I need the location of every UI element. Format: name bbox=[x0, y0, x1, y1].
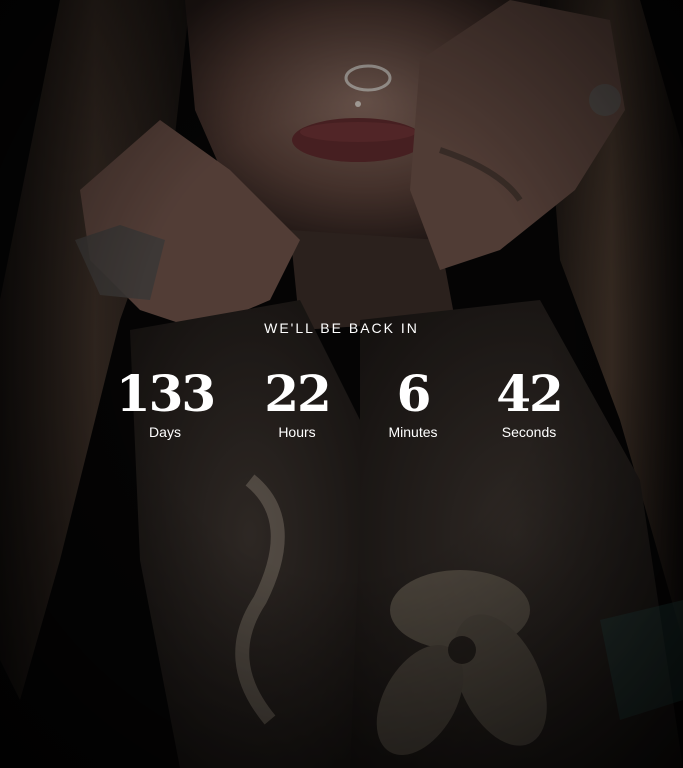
seconds-value: 42 bbox=[496, 364, 564, 423]
countdown-heading: WE'LL BE BACK IN bbox=[264, 320, 419, 336]
countdown-timer: 133 Days 22 Hours 6 Minutes 42 Seconds bbox=[0, 366, 683, 456]
countdown-days: 133 Days bbox=[105, 366, 225, 441]
coming-soon-page: WE'LL BE BACK IN 133 Days 22 Hours 6 Min… bbox=[0, 0, 683, 768]
days-value: 133 bbox=[115, 364, 216, 423]
days-label: Days bbox=[149, 424, 181, 440]
countdown-hours: 22 Hours bbox=[237, 366, 357, 441]
countdown-section: WE'LL BE BACK IN 133 Days 22 Hours 6 Min… bbox=[0, 318, 683, 456]
countdown-minutes: 6 Minutes bbox=[353, 366, 473, 441]
hours-label: Hours bbox=[278, 424, 316, 440]
minutes-label: Minutes bbox=[388, 424, 438, 440]
hours-value: 22 bbox=[264, 364, 332, 423]
minutes-value: 6 bbox=[396, 364, 432, 423]
countdown-seconds: 42 Seconds bbox=[469, 366, 589, 441]
seconds-label: Seconds bbox=[501, 424, 557, 440]
